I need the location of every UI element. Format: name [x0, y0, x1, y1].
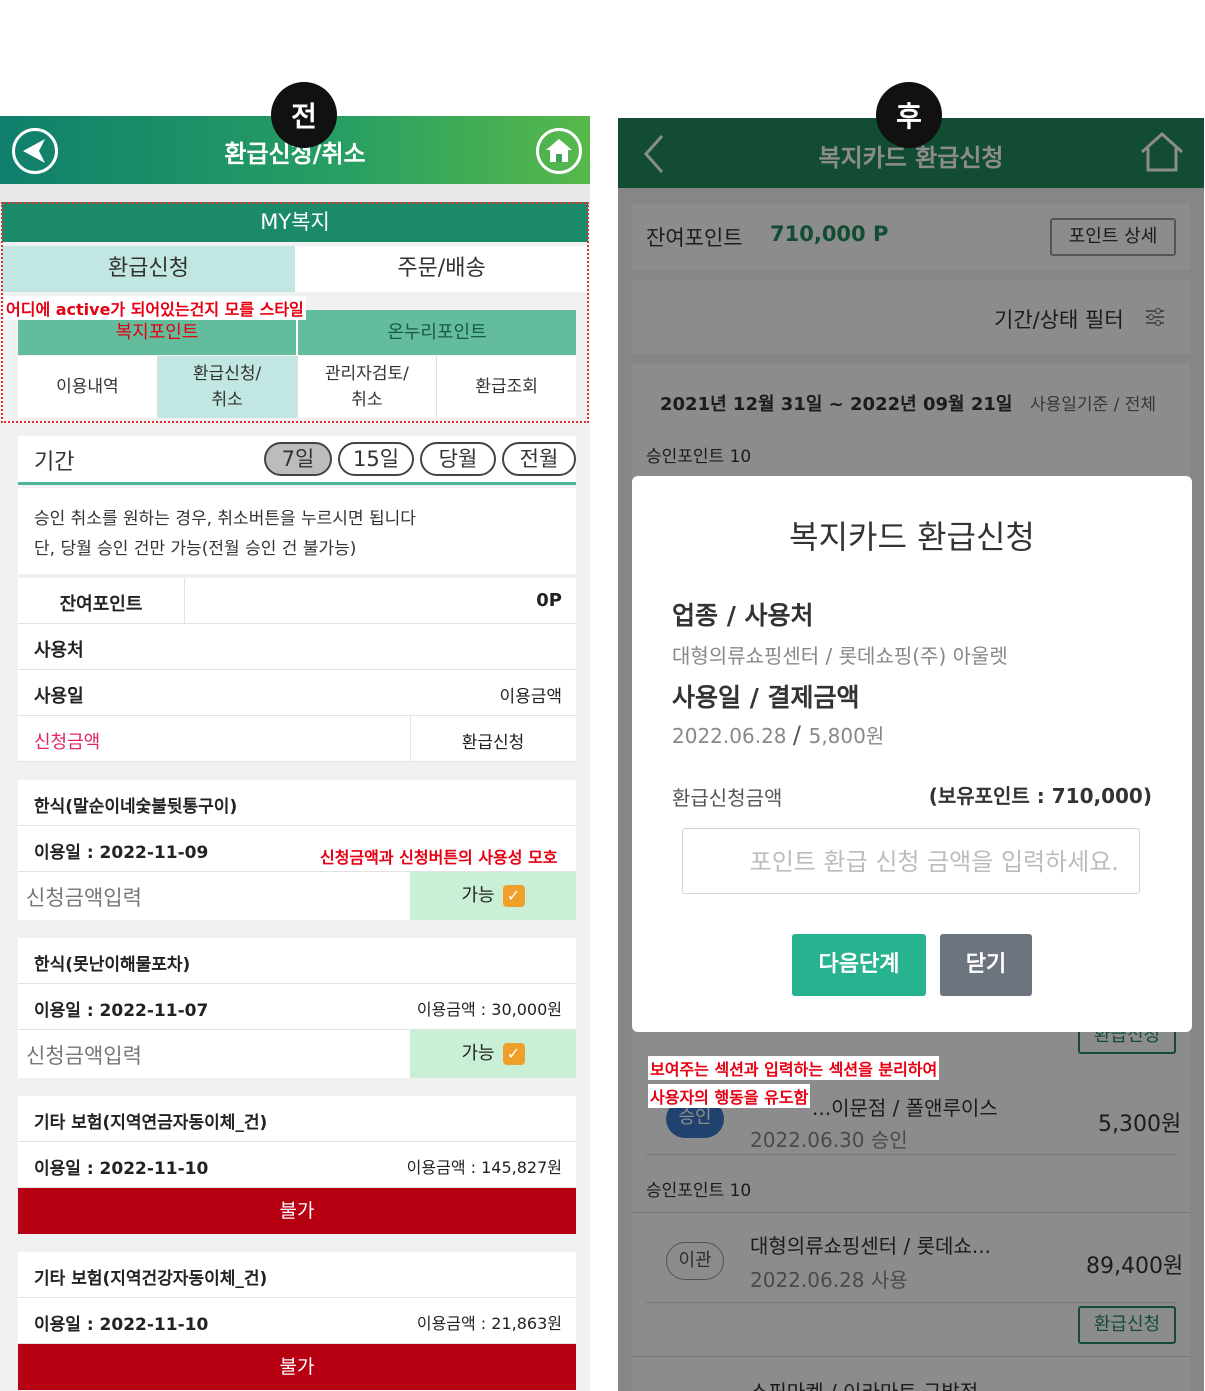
- item-title: 기타 보험(지역연금자동이체_건): [34, 1113, 268, 1133]
- annotation-line-2: 사용자의 행동을 유도함: [648, 1084, 811, 1108]
- period-label: 기간: [34, 450, 75, 475]
- usage-amount-label: 이용금액: [499, 687, 562, 707]
- status-label: 가능: [461, 1043, 495, 1064]
- usage-place-label: 사용처: [34, 640, 84, 661]
- status-cell[interactable]: 가능 ✓: [410, 872, 576, 920]
- modal-title: 복지카드 환급신청: [789, 518, 1035, 556]
- item-title: 기타 보험(지역건강자동이체_건): [34, 1269, 268, 1289]
- usage-date-label: 사용일: [34, 686, 84, 707]
- item-date-row: 이용일 : 2022-11-10 이용금액 : 145,827원: [18, 1142, 576, 1188]
- checkbox-icon[interactable]: ✓: [502, 1043, 525, 1065]
- close-button[interactable]: 닫기: [940, 934, 1032, 996]
- after-screen: 복지카드 환급신청 잔여포인트 710,000 P 포인트 상세 기간/상태 필…: [618, 118, 1204, 1391]
- after-badge: 후: [876, 82, 942, 148]
- header-gap: [0, 184, 590, 202]
- item-title-row: 한식(말순이네숯불뒷통구이): [18, 780, 576, 826]
- amount-input[interactable]: 신청금액입력: [26, 1040, 142, 1070]
- item-amount: 이용금액 : 30,000원: [416, 1000, 562, 1019]
- before-badge: 전: [271, 82, 337, 148]
- item-input-row: 신청금액입력 가능 ✓: [18, 872, 576, 920]
- checkbox-icon[interactable]: ✓: [502, 885, 525, 907]
- hold-points: (보유포인트 : 710,000): [928, 784, 1152, 808]
- balance-row: 잔여포인트 0P: [18, 578, 576, 624]
- annotation-usability: 신청금액과 신청버튼의 사용성 모호: [318, 844, 560, 868]
- item-date: 이용일 : 2022-11-09: [34, 843, 209, 863]
- next-step-button[interactable]: 다음단계: [792, 934, 926, 996]
- item-amount: 이용금액 : 145,827원: [406, 1158, 562, 1177]
- item-amount: 이용금액 : 21,863원: [416, 1314, 562, 1333]
- balance-label: 잔여포인트: [59, 594, 143, 615]
- period-15d[interactable]: 15일: [338, 442, 414, 476]
- amount-input[interactable]: 신청금액입력: [26, 882, 142, 912]
- refund-amount-input[interactable]: 포인트 환급 신청 금액을 입력하세요.: [682, 828, 1140, 894]
- summary-table: 잔여포인트 0P 사용처 사용일 이용금액 신청금액 환급신청: [18, 578, 576, 762]
- request-amount-label: 신청금액: [34, 732, 101, 753]
- item-title: 한식(못난이해물포차): [34, 955, 191, 975]
- annotation-active-style: 어디에 active가 되어있는건지 모를 스타일: [4, 296, 306, 320]
- usage-place-row: 사용처: [18, 624, 576, 670]
- item-input-row: 신청금액입력 가능 ✓: [18, 1030, 576, 1078]
- period-last-month[interactable]: 전월: [502, 442, 576, 476]
- amount-value: 5,800원: [808, 724, 885, 748]
- usage-item: 기타 보험(지역연금자동이체_건) 이용일 : 2022-11-10 이용금액 …: [18, 1096, 576, 1234]
- request-button-label[interactable]: 환급신청: [410, 728, 576, 753]
- period-underline: [18, 482, 576, 485]
- unavailable-bar: 불가: [18, 1188, 576, 1234]
- period-7d[interactable]: 7일: [264, 442, 332, 476]
- date-amount-value: 2022.06.28 / 5,800원: [672, 720, 884, 749]
- annotation-line-1: 보여주는 섹션과 입력하는 섹션을 분리하여: [648, 1056, 940, 1080]
- item-date-row: 이용일 : 2022-11-10 이용금액 : 21,863원: [18, 1298, 576, 1344]
- type-label: 업종 / 사용처: [672, 601, 814, 630]
- home-icon: [546, 139, 572, 162]
- request-amount-label: 환급신청금액: [672, 786, 783, 810]
- home-button[interactable]: [536, 128, 582, 174]
- item-date: 이용일 : 2022-11-10: [34, 1315, 209, 1335]
- usage-item: 한식(못난이해물포차) 이용일 : 2022-11-07 이용금액 : 30,0…: [18, 938, 576, 1078]
- info-line-2: 단, 당월 승인 건만 가능(전월 승인 건 불가능): [34, 539, 357, 559]
- item-date: 이용일 : 2022-11-10: [34, 1159, 209, 1179]
- date-value: 2022.06.28: [672, 724, 787, 748]
- type-value: 대형의류쇼핑센터 / 롯데쇼핑(주) 아울렛: [672, 644, 1008, 668]
- before-screen: 환급신청/취소 MY복지 환급신청 주문/배송 복지포인트 온누리포인트 이용내…: [0, 116, 590, 1391]
- item-date: 이용일 : 2022-11-07: [34, 1001, 209, 1021]
- separator: /: [792, 721, 809, 749]
- item-title: 한식(말순이네숯불뒷통구이): [34, 797, 238, 817]
- status-cell[interactable]: 가능 ✓: [410, 1030, 576, 1078]
- item-date-row: 이용일 : 2022-11-07 이용금액 : 30,000원: [18, 984, 576, 1030]
- request-row: 신청금액 환급신청: [18, 716, 576, 762]
- info-card: 승인 취소를 원하는 경우, 취소버튼을 누르시면 됩니다 단, 당월 승인 건…: [18, 488, 576, 574]
- unavailable-bar: 불가: [18, 1344, 576, 1390]
- item-title-row: 기타 보험(지역건강자동이체_건): [18, 1252, 576, 1298]
- date-amount-label: 사용일 / 결제금액: [672, 683, 860, 712]
- status-label: 가능: [461, 885, 495, 906]
- info-line-1: 승인 취소를 원하는 경우, 취소버튼을 누르시면 됩니다: [34, 509, 416, 529]
- item-title-row: 한식(못난이해물포차): [18, 938, 576, 984]
- period-card: 기간 7일 15일 당월 전월: [18, 436, 576, 485]
- cell-divider: [184, 578, 185, 624]
- item-title-row: 기타 보험(지역연금자동이체_건): [18, 1096, 576, 1142]
- balance-value: 0P: [536, 590, 562, 611]
- period-this-month[interactable]: 당월: [420, 442, 496, 476]
- usage-item: 기타 보험(지역건강자동이체_건) 이용일 : 2022-11-10 이용금액 …: [18, 1252, 576, 1390]
- refund-modal: 복지카드 환급신청 업종 / 사용처 대형의류쇼핑센터 / 롯데쇼핑(주) 아울…: [632, 476, 1192, 1032]
- usage-date-row: 사용일 이용금액: [18, 670, 576, 716]
